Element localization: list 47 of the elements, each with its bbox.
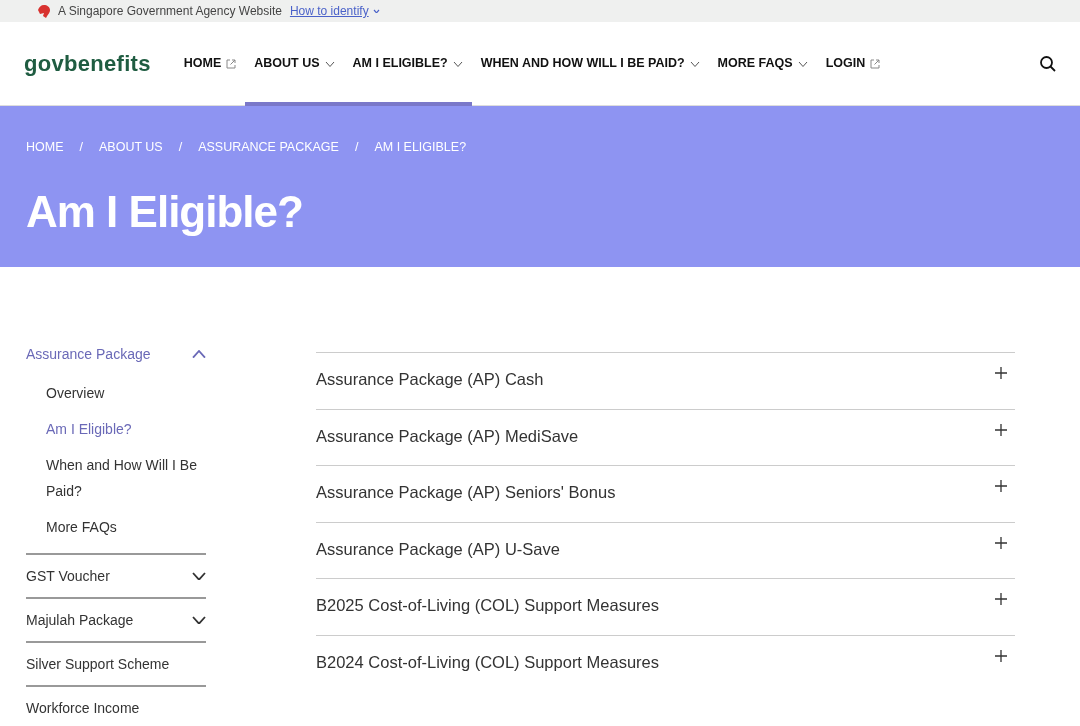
chevron-down-icon xyxy=(324,60,335,67)
external-link-icon xyxy=(870,58,881,69)
accordion-header[interactable]: Assurance Package (AP) U-Save xyxy=(316,521,1015,578)
search-button[interactable] xyxy=(1040,55,1056,72)
plus-icon xyxy=(995,649,1007,662)
sidebar-subitem[interactable]: More FAQs xyxy=(26,509,206,545)
chevron-down-icon xyxy=(192,615,206,625)
accordion-header[interactable]: Assurance Package (AP) MediSave xyxy=(316,408,1015,465)
plus-icon xyxy=(995,593,1007,605)
nav-link[interactable]: AM I ELIGIBLE? xyxy=(343,21,472,106)
nav-link[interactable]: MORE FAQS xyxy=(708,21,817,106)
accordion-header[interactable]: Assurance Package (AP) Seniors' Bonus xyxy=(316,465,1015,522)
breadcrumb-separator: / xyxy=(354,139,359,156)
external-link-icon xyxy=(226,58,237,69)
plus-icon xyxy=(995,423,1007,436)
nav-link[interactable]: LOGIN xyxy=(816,21,890,106)
identify-link[interactable]: How to identify xyxy=(289,2,380,20)
sidebar-item[interactable]: Assurance Package xyxy=(26,333,206,375)
plus-icon xyxy=(995,536,1007,549)
nav-link[interactable]: WHEN AND HOW WILL I BE PAID? xyxy=(471,21,709,106)
plus-icon xyxy=(995,367,1007,379)
sidebar-item[interactable]: Silver Support Scheme xyxy=(26,643,206,685)
search-icon xyxy=(1040,55,1056,72)
accordion-header[interactable]: Assurance Package (AP) Cash xyxy=(316,352,1015,409)
breadcrumb-current: AM I ELIGIBLE? xyxy=(374,139,467,156)
chevron-down-icon xyxy=(372,8,380,14)
sidebar-subitem[interactable]: When and How Will I Be Paid? xyxy=(26,447,206,509)
chevron-down-icon xyxy=(797,60,808,67)
chevron-down-icon xyxy=(192,571,206,581)
site-logo[interactable]: govbenefits xyxy=(24,47,151,80)
page-title: Am I Eligible? xyxy=(26,185,304,238)
sidebar-subitem[interactable]: Overview xyxy=(26,375,206,411)
accordion-header[interactable]: B2024 Cost-of-Living (COL) Support Measures xyxy=(316,634,1015,691)
chevron-up-icon xyxy=(192,349,206,359)
nav-link[interactable]: ABOUT US xyxy=(245,21,344,106)
chevron-down-icon xyxy=(452,60,463,67)
nav-link[interactable]: HOME xyxy=(174,21,246,106)
sidebar-item[interactable]: GST Voucher xyxy=(26,555,206,597)
accordion-header[interactable]: B2025 Cost-of-Living (COL) Support Measures xyxy=(316,578,1015,635)
chevron-down-icon xyxy=(689,60,700,67)
sidebar-item[interactable]: Majulah Package xyxy=(26,599,206,641)
plus-icon xyxy=(995,480,1007,492)
breadcrumb-separator: / xyxy=(178,139,183,156)
breadcrumb-separator: / xyxy=(79,139,83,156)
sidebar-subitem[interactable]: Am I Eligible? xyxy=(26,411,206,447)
sidebar-item[interactable]: Workforce Income xyxy=(26,687,206,726)
masthead-text: A Singapore Government Agency Website xyxy=(58,3,282,20)
